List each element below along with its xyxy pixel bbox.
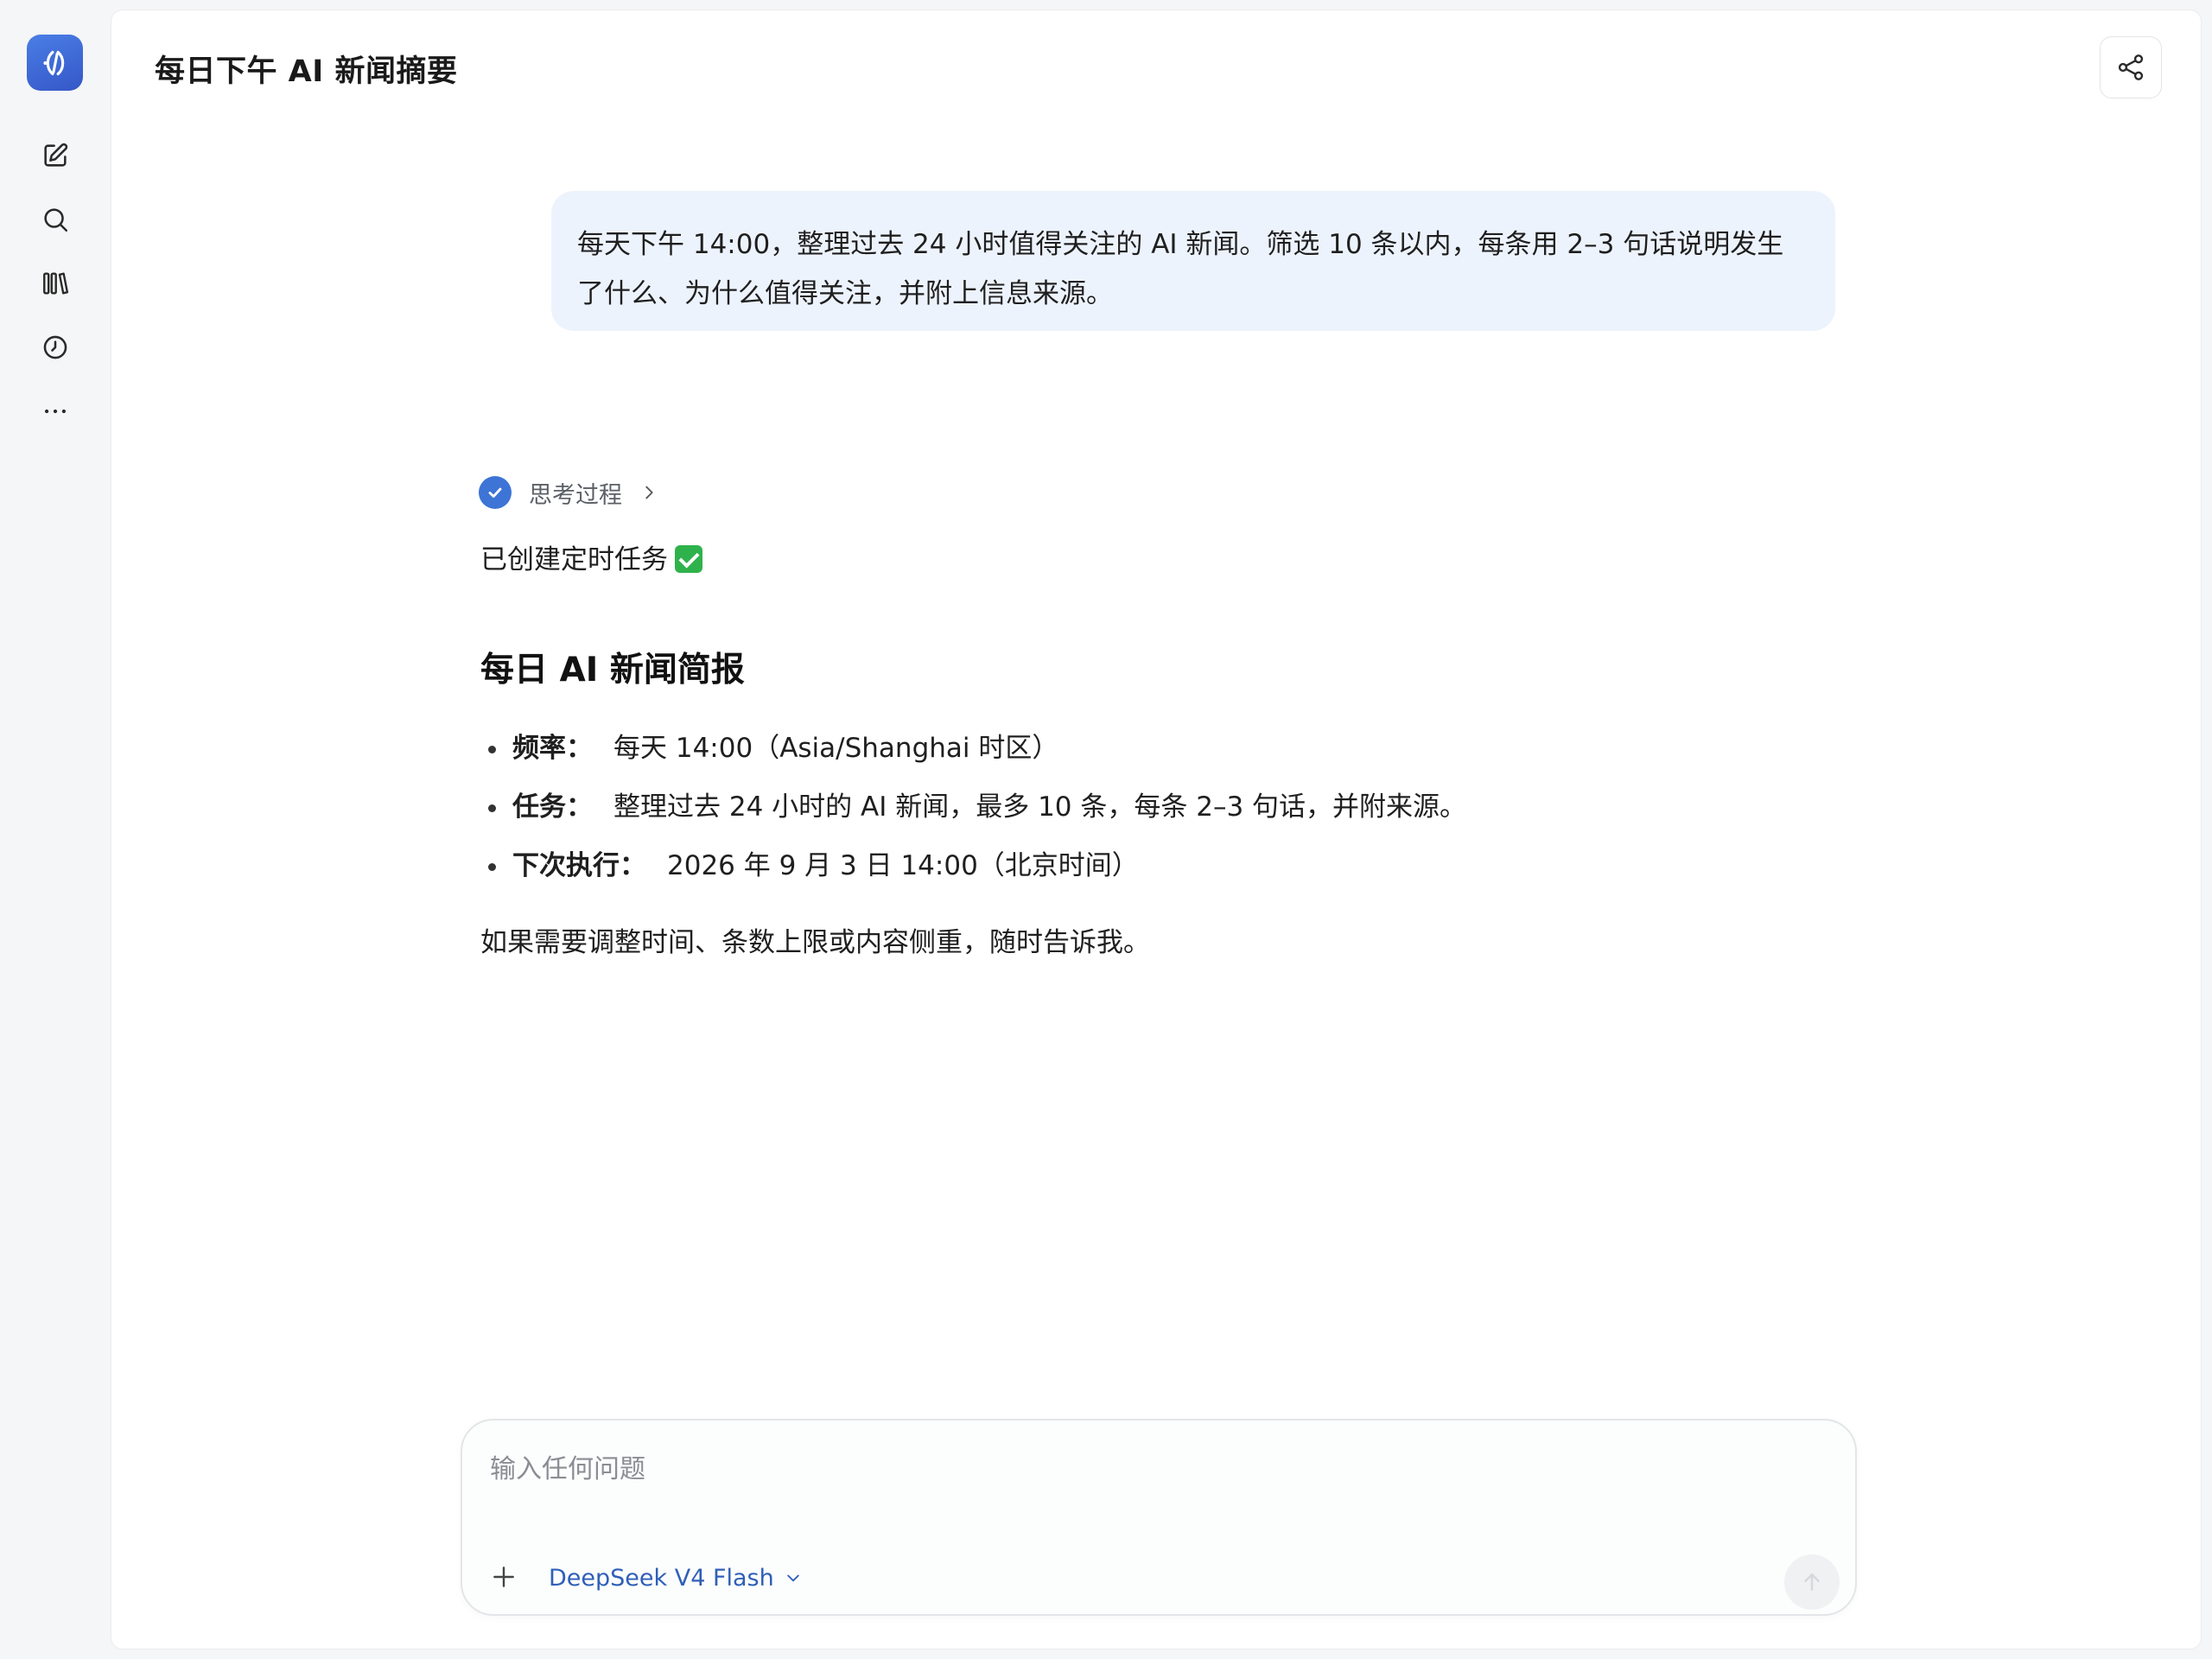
share-icon <box>2118 54 2144 80</box>
model-selector[interactable]: DeepSeek V4 Flash <box>549 1559 802 1597</box>
chat-panel: 每日下午 AI 新闻摘要 每天下午 14:00，整理过去 24 小时值得关注的 … <box>111 10 2202 1649</box>
closing-text: 如果需要调整时间、条数上限或内容侧重，随时告诉我。 <box>480 927 1150 958</box>
chevron-right-icon <box>645 486 653 499</box>
message-input[interactable] <box>488 1443 1819 1495</box>
task-details-list: 频率： 每天 14:00（Asia/Shanghai 时区） 任务： 整理过去 24… <box>480 719 1466 895</box>
history-button[interactable] <box>31 323 79 372</box>
edit-icon <box>44 143 68 167</box>
page-title: 每日下午 AI 新闻摘要 <box>155 54 458 89</box>
search-button[interactable] <box>31 195 79 244</box>
share-button[interactable] <box>2100 36 2162 99</box>
arrow-up-icon <box>1804 1573 1820 1591</box>
sidebar <box>0 0 111 1659</box>
reply-heading: 每日 AI 新闻简报 <box>480 651 745 690</box>
more-icon <box>44 409 67 414</box>
plus-icon <box>493 1567 514 1587</box>
list-item-value: 整理过去 24 小时的 AI 新闻，最多 10 条，每条 2–3 句话，并附来源… <box>613 791 1467 823</box>
list-item: 频率： 每天 14:00（Asia/Shanghai 时区） <box>480 719 1466 778</box>
message-composer: DeepSeek V4 Flash <box>461 1419 1857 1616</box>
list-item: 下次执行： 2026 年 9 月 3 日 14:00（北京时间） <box>480 836 1466 895</box>
attach-button[interactable] <box>481 1554 526 1599</box>
user-message: 每天下午 14:00，整理过去 24 小时值得关注的 AI 新闻。筛选 10 条… <box>551 191 1835 331</box>
check-circle-icon <box>479 476 512 509</box>
app-logo[interactable] <box>27 35 83 91</box>
list-item-key: 任务： <box>512 791 593 823</box>
check-mark-icon <box>675 545 702 573</box>
search-icon <box>44 208 68 232</box>
list-item-value: 每天 14:00（Asia/Shanghai 时区） <box>613 733 1059 764</box>
status-line: 已创建定时任务 <box>480 537 702 576</box>
send-button[interactable] <box>1784 1554 1840 1610</box>
chevron-down-icon <box>786 1574 799 1582</box>
list-item: 任务： 整理过去 24 小时的 AI 新闻，最多 10 条，每条 2–3 句话，并… <box>480 778 1466 836</box>
library-icon <box>43 272 69 295</box>
library-button[interactable] <box>31 259 79 308</box>
list-item-key: 频率： <box>512 733 593 764</box>
clock-icon <box>43 335 67 359</box>
more-button[interactable] <box>31 387 79 435</box>
created-text: 已创建定时任务 <box>480 544 668 575</box>
thinking-toggle[interactable]: 思考过程 <box>479 468 658 517</box>
thinking-label: 思考过程 <box>529 481 622 509</box>
new-chat-button[interactable] <box>31 131 79 180</box>
list-item-value: 2026 年 9 月 3 日 14:00（北京时间） <box>667 850 1139 881</box>
logo-icon <box>42 50 64 75</box>
model-name: DeepSeek V4 Flash <box>549 1564 774 1592</box>
list-item-key: 下次执行： <box>512 850 646 881</box>
